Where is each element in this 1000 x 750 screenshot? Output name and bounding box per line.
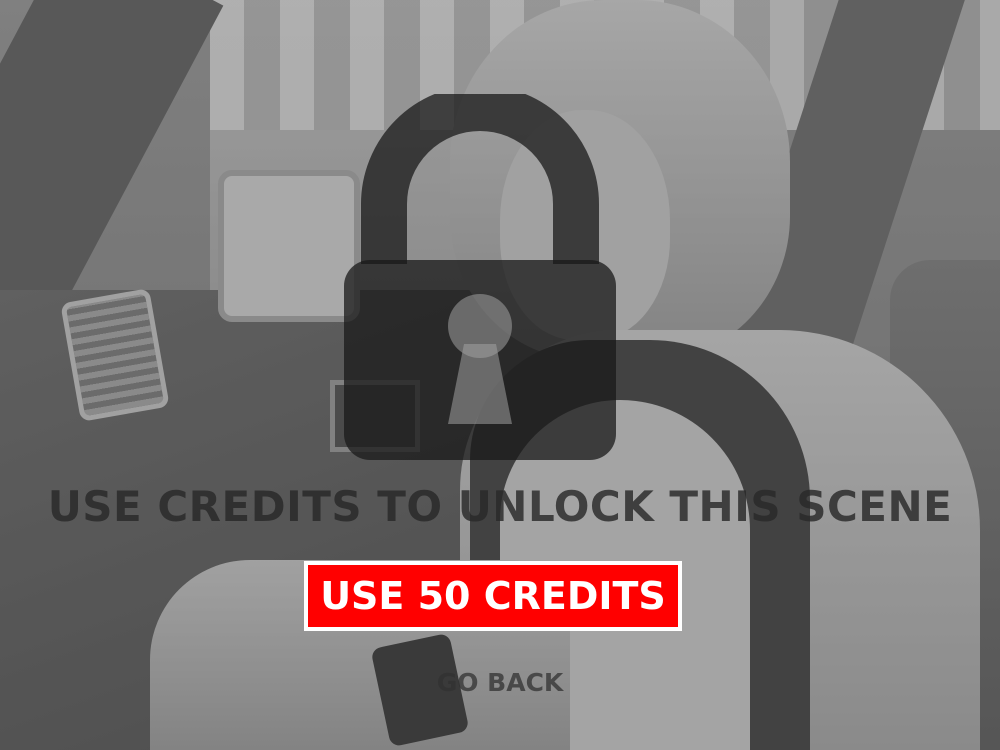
lock-icon [344,94,616,460]
go-back-button[interactable]: GO BACK [400,668,600,697]
use-credits-button[interactable]: USE 50 CREDITS [304,561,682,631]
unlock-prompt-text: USE CREDITS TO UNLOCK THIS SCENE [47,482,953,531]
